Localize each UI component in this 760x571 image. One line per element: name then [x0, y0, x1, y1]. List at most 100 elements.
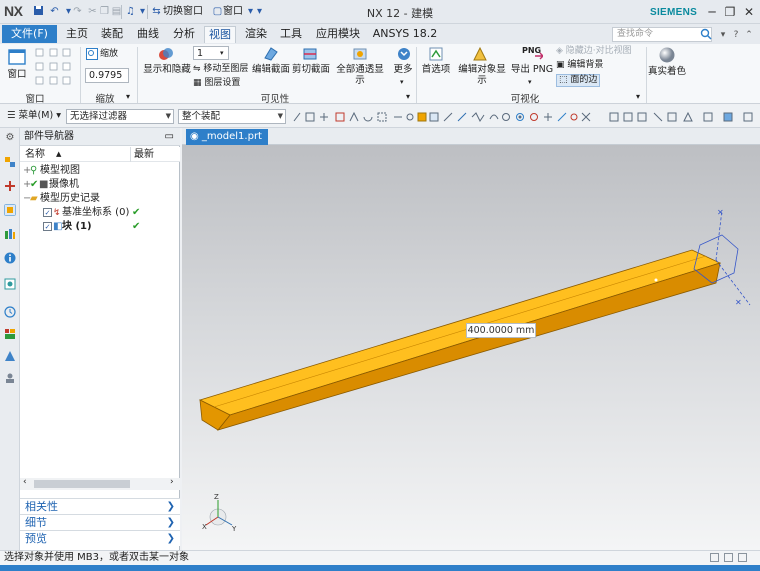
- more-button[interactable]: 更多: [392, 64, 414, 75]
- history-icon[interactable]: [4, 306, 16, 318]
- window-menu-button[interactable]: 窗口: [223, 5, 243, 18]
- group-dropdown-icon[interactable]: ▾: [406, 91, 410, 102]
- beam-top-face[interactable]: [198, 249, 722, 416]
- group-dropdown-icon[interactable]: ▾: [636, 91, 640, 102]
- zoom-icon[interactable]: [86, 48, 98, 60]
- clip-section-button[interactable]: 剪切截面: [292, 64, 330, 75]
- command-search-input[interactable]: 查找命令: [612, 27, 712, 42]
- customize-quick-access-icon[interactable]: ▾: [253, 5, 266, 18]
- show-hide-button[interactable]: 显示和隐藏: [142, 64, 192, 75]
- document-tab[interactable]: ◉ _model1.prt ⊡ ×: [186, 129, 268, 158]
- restore-button[interactable]: ❐: [722, 4, 738, 20]
- column-latest[interactable]: 最新: [134, 147, 154, 162]
- tree-row-datum-csys[interactable]: ✓ ↯ 基准坐标系 (0) ✔: [20, 206, 180, 220]
- layer-settings-button[interactable]: ▦ 图层设置: [193, 78, 240, 89]
- tree-row-model-views[interactable]: + ⚲ 模型视图: [20, 164, 180, 178]
- palette-icon[interactable]: [4, 328, 16, 340]
- preferences-button[interactable]: 首选项: [420, 64, 452, 75]
- tree-row-model-history[interactable]: − ▰ 模型历史记录: [20, 192, 180, 206]
- layer-dropdown-icon[interactable]: ▾: [220, 48, 224, 59]
- tab-curve[interactable]: 曲线: [133, 26, 163, 43]
- save-icon[interactable]: [32, 5, 45, 18]
- navigator-horizontal-scrollbar[interactable]: ‹ ›: [20, 477, 180, 490]
- separator: [130, 147, 131, 162]
- switch-window-icon[interactable]: ⇆: [150, 5, 163, 18]
- column-name[interactable]: 名称: [25, 147, 45, 162]
- tab-home[interactable]: 主页: [62, 26, 92, 43]
- redo-icon[interactable]: ↷: [71, 5, 84, 18]
- group-dropdown-icon[interactable]: ▾: [126, 91, 130, 102]
- visibility-checkbox[interactable]: ✓: [43, 222, 52, 231]
- ribbon-collapse-icon[interactable]: ⌃: [744, 29, 754, 41]
- tab-applications[interactable]: 应用模块: [313, 26, 363, 43]
- assembly-navigator-icon[interactable]: [4, 156, 16, 168]
- tree-row-block[interactable]: ✓ ◧ 块 (1) ✔: [20, 220, 180, 234]
- visibility-checkbox[interactable]: ✓: [43, 208, 52, 217]
- panel-dependencies[interactable]: 相关性 ❯: [20, 498, 180, 514]
- type-filter-value: 无选择过滤器: [70, 111, 128, 122]
- scroll-right-icon[interactable]: ›: [170, 477, 174, 487]
- web-browser-icon[interactable]: [4, 278, 16, 290]
- chevron-down-icon: ❯: [166, 533, 175, 544]
- edit-object-display-button[interactable]: 编辑对象显示: [454, 64, 510, 86]
- roles-icon[interactable]: [4, 372, 16, 384]
- edit-section-button[interactable]: 编辑截面: [252, 64, 290, 75]
- scrollbar-thumb[interactable]: [34, 480, 130, 488]
- move-to-layer-button[interactable]: ⇋ 移动至图层: [193, 64, 248, 75]
- search-icon[interactable]: [700, 28, 712, 40]
- all-pass-display-button[interactable]: 全部通透显示: [332, 64, 388, 86]
- status-icon[interactable]: [738, 553, 747, 562]
- beam-side-face[interactable]: [216, 262, 721, 431]
- tab-render[interactable]: 渲染: [241, 26, 271, 43]
- close-button[interactable]: ✕: [741, 4, 757, 20]
- maximize-icon[interactable]: ▭: [165, 128, 174, 146]
- help-icon[interactable]: ?: [731, 29, 741, 41]
- face-edges-toggle[interactable]: ⬚ 面的边: [556, 74, 601, 87]
- process-studio-icon[interactable]: [4, 350, 16, 362]
- info-icon[interactable]: [4, 252, 16, 264]
- window-button[interactable]: 窗口: [6, 48, 28, 80]
- zoom-button[interactable]: 缩放: [100, 49, 118, 60]
- edit-background-button[interactable]: ▣ 编辑背景: [556, 60, 603, 71]
- scroll-left-icon[interactable]: ‹: [23, 477, 27, 487]
- undo-icon[interactable]: ↶: [48, 5, 61, 18]
- main-menu-button[interactable]: ☰ 菜单(M) ▾: [4, 109, 62, 124]
- gear-icon[interactable]: ⚙: [4, 132, 16, 144]
- selection-scope-select[interactable]: 整个装配 ▼: [178, 109, 286, 124]
- status-icon[interactable]: [724, 553, 733, 562]
- tab-analysis[interactable]: 分析: [169, 26, 199, 43]
- switch-window-button[interactable]: 切换窗口: [163, 5, 203, 18]
- tab-tools[interactable]: 工具: [276, 26, 306, 43]
- part-navigator: 部件导航器 ▭ 名称 ▲ 最新 + ⚲ 模型视图 + ✔ ■ 摄像机 − ▰ 模…: [20, 128, 180, 550]
- tab-assembly[interactable]: 装配: [97, 26, 127, 43]
- panel-preview[interactable]: 预览 ❯: [20, 530, 180, 546]
- model-canvas[interactable]: ✕ ✕ Z X Y: [182, 145, 760, 550]
- status-icon[interactable]: [710, 553, 719, 562]
- export-arrow-icon: [535, 52, 543, 60]
- tab-ansys[interactable]: ANSYS 18.2: [370, 26, 440, 43]
- export-dropdown-icon[interactable]: ▾: [528, 77, 532, 88]
- part-navigator-icon[interactable]: [4, 204, 16, 216]
- hidden-edges-button[interactable]: ◈ 隐藏边·对比视图: [556, 46, 632, 57]
- zoom-scale-input[interactable]: 0.9795: [85, 68, 129, 83]
- minimize-button[interactable]: ─: [704, 4, 720, 20]
- window-layout-grid-icon[interactable]: [35, 48, 75, 88]
- up-to-date-checkmark: ✔: [132, 207, 141, 218]
- tree-row-cameras[interactable]: + ✔ ■ 摄像机: [20, 178, 180, 192]
- more-dropdown-icon[interactable]: ▾: [400, 77, 404, 88]
- beam-edge: [213, 255, 707, 408]
- panel-details[interactable]: 细节 ❯: [20, 514, 180, 530]
- separator: [646, 47, 647, 103]
- type-filter-select[interactable]: 无选择过滤器 ▼: [66, 109, 174, 124]
- snap-point-toolbar[interactable]: [292, 111, 760, 123]
- tab-view[interactable]: 视图: [204, 26, 236, 43]
- dimension-label[interactable]: 400.0000 mm: [466, 323, 536, 338]
- group-visibility-label: 可见性: [260, 94, 290, 105]
- ribbon-options-icon[interactable]: ▾: [718, 29, 728, 41]
- file-menu-button[interactable]: 文件(F): [2, 25, 57, 43]
- constraint-navigator-icon[interactable]: [4, 180, 16, 192]
- graphics-viewport[interactable]: ✕ ✕ Z X Y 400.0000 mm: [182, 145, 760, 550]
- export-png-button[interactable]: 导出 PNG: [510, 64, 554, 75]
- reuse-library-icon[interactable]: [4, 228, 16, 240]
- true-shading-button[interactable]: 真实着色: [648, 66, 686, 77]
